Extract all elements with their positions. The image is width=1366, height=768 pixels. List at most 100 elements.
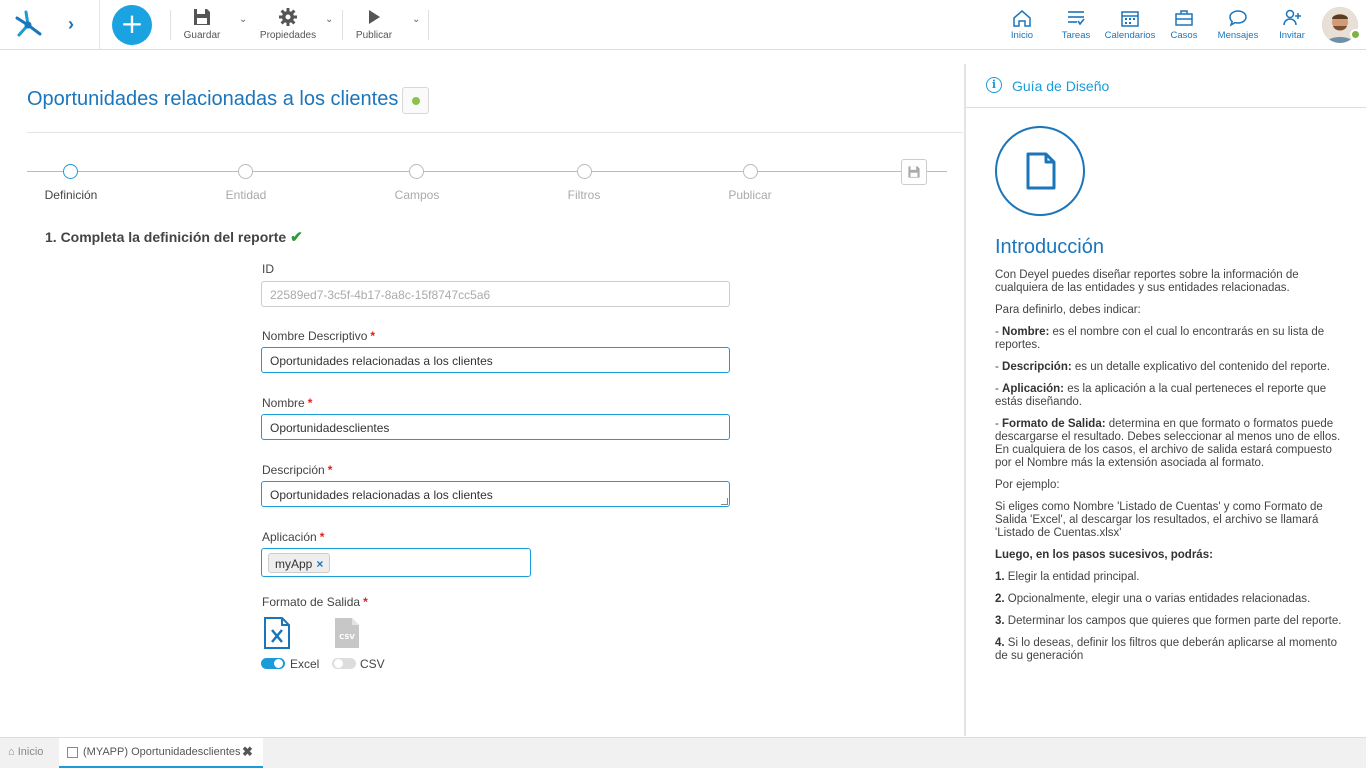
guide-paragraph: Por ejemplo: bbox=[995, 479, 1060, 491]
csv-toggle-label: CSV bbox=[360, 657, 385, 671]
step-filtros[interactable] bbox=[577, 164, 592, 179]
nombre-input[interactable]: Oportunidadesclientes bbox=[261, 414, 730, 440]
add-button[interactable]: + bbox=[112, 5, 152, 45]
bullet-dash: - bbox=[995, 361, 1003, 373]
step-publicar-label: Publicar bbox=[728, 188, 772, 202]
step-campos-label: Campos bbox=[394, 188, 440, 202]
document-icon bbox=[1026, 152, 1056, 190]
guide-step-4: 4. Si lo deseas, definir los filtros que… bbox=[995, 637, 1343, 663]
nav-invitar[interactable]: Invitar bbox=[1276, 8, 1308, 41]
guide-item-formato: - Formato de Salida: determina en que fo… bbox=[995, 418, 1343, 470]
publish-label: Publicar bbox=[355, 30, 393, 41]
csv-toggle[interactable] bbox=[332, 658, 356, 669]
nav-invitar-label: Invitar bbox=[1279, 30, 1305, 41]
guide-item-aplicacion: - Aplicación: es la aplicación a la cual… bbox=[995, 383, 1343, 409]
guide-term: Descripción: bbox=[1002, 361, 1072, 373]
step-number: 2. bbox=[995, 593, 1005, 605]
bullet-dash: - bbox=[995, 326, 1003, 338]
nombre-label-text: Nombre bbox=[262, 396, 305, 410]
guide-text: es un detalle explicativo del contenido … bbox=[1071, 361, 1330, 373]
stepper-line bbox=[27, 171, 947, 172]
step-publicar[interactable] bbox=[743, 164, 758, 179]
status-indicator[interactable] bbox=[402, 87, 429, 114]
properties-caret-icon[interactable]: ⌄ bbox=[325, 14, 333, 25]
aplicacion-select[interactable]: myApp × bbox=[261, 548, 531, 577]
step-definicion[interactable] bbox=[63, 164, 78, 179]
briefcase-icon bbox=[1175, 10, 1193, 26]
guide-step-1: 1. Elegir la entidad principal. bbox=[995, 571, 1343, 584]
excel-file-icon[interactable] bbox=[264, 617, 290, 649]
bottom-tab-bar: ⌂ Inicio (MYAPP) Oportunidadesclientes ✖ bbox=[0, 737, 1366, 768]
guide-text: Opcionalmente, elegir una o varias entid… bbox=[1004, 593, 1311, 605]
step-definicion-label: Definición bbox=[44, 188, 98, 202]
nav-mensajes[interactable]: Mensajes bbox=[1216, 8, 1260, 41]
deyel-logo-icon[interactable] bbox=[12, 9, 44, 39]
guide-body: Con Deyel puedes diseñar reportes sobre … bbox=[995, 269, 1343, 672]
aplicacion-tag-label: myApp bbox=[275, 557, 313, 571]
publish-caret-icon[interactable]: ⌄ bbox=[412, 14, 420, 25]
excel-toggle[interactable] bbox=[261, 658, 285, 669]
csv-file-icon[interactable]: CSV bbox=[334, 617, 360, 649]
guide-term: Nombre: bbox=[1002, 326, 1050, 338]
required-mark: * bbox=[307, 396, 313, 410]
required-mark: * bbox=[327, 463, 333, 477]
document-illustration bbox=[995, 126, 1085, 216]
svg-text:CSV: CSV bbox=[339, 633, 355, 641]
guide-paragraph: Luego, en los pasos sucesivos, podrás: bbox=[995, 549, 1343, 562]
guide-step-3: 3. Determinar los campos que quieres que… bbox=[995, 615, 1343, 628]
nav-tareas[interactable]: Tareas bbox=[1058, 8, 1094, 41]
toggle-knob bbox=[274, 659, 283, 668]
guide-step-2: 2. Opcionalmente, elegir una o varias en… bbox=[995, 593, 1343, 606]
publish-button[interactable]: Publicar bbox=[352, 6, 396, 41]
save-button[interactable]: Guardar bbox=[182, 6, 222, 41]
toggle-knob bbox=[334, 659, 343, 668]
nombre-descriptivo-input[interactable]: Oportunidades relacionadas a los cliente… bbox=[261, 347, 730, 373]
divider bbox=[342, 10, 343, 40]
aplicacion-label-text: Aplicación bbox=[262, 530, 317, 544]
save-caret-icon[interactable]: ⌄ bbox=[239, 14, 247, 25]
formato-label-text: Formato de Salida bbox=[262, 595, 361, 609]
tab-oportunidadesclientes[interactable]: (MYAPP) Oportunidadesclientes ✖ bbox=[59, 738, 263, 768]
descripcion-textarea[interactable]: Oportunidades relacionadas a los cliente… bbox=[261, 481, 730, 507]
aplicacion-tag: myApp × bbox=[268, 553, 331, 573]
step-campos[interactable] bbox=[409, 164, 424, 179]
intro-title: Introducción bbox=[995, 236, 1104, 258]
calendar-icon bbox=[1121, 11, 1139, 27]
guide-text: Elegir la entidad principal. bbox=[1004, 571, 1140, 583]
tab-inicio[interactable]: ⌂ Inicio bbox=[8, 746, 43, 758]
invite-icon bbox=[1283, 9, 1301, 26]
play-icon bbox=[369, 10, 380, 24]
step-filtros-label: Filtros bbox=[567, 188, 601, 202]
step-entidad-label: Entidad bbox=[225, 188, 267, 202]
divider bbox=[428, 10, 429, 40]
page-title: Oportunidades relacionadas a los cliente… bbox=[27, 88, 399, 110]
properties-button[interactable]: Propiedades bbox=[258, 6, 318, 41]
info-icon: i bbox=[986, 77, 1002, 93]
excel-toggle-label: Excel bbox=[290, 657, 320, 671]
guide-term: Aplicación: bbox=[1002, 383, 1065, 395]
guide-subheading: Luego, en los pasos sucesivos, podrás: bbox=[995, 549, 1213, 561]
floppy-icon bbox=[194, 9, 210, 25]
nav-mensajes-label: Mensajes bbox=[1217, 30, 1259, 41]
tab-inicio-label: Inicio bbox=[17, 746, 44, 758]
remove-tag-icon[interactable]: × bbox=[316, 557, 323, 571]
guide-paragraph: Con Deyel puedes diseñar reportes sobre … bbox=[995, 269, 1299, 294]
nav-calendarios[interactable]: Calendarios bbox=[1103, 8, 1157, 41]
step-entidad[interactable] bbox=[238, 164, 253, 179]
nav-inicio[interactable]: Inicio bbox=[1006, 8, 1038, 41]
step-number: 3. bbox=[995, 615, 1005, 627]
design-guide-title[interactable]: Guía de Diseño bbox=[1012, 78, 1109, 94]
home-icon: ⌂ bbox=[8, 746, 15, 758]
tasks-icon bbox=[1068, 11, 1085, 26]
home-icon bbox=[1013, 10, 1031, 27]
stepper-save-button[interactable] bbox=[901, 159, 927, 185]
expand-menu-chevron-icon[interactable]: › bbox=[68, 14, 74, 35]
nav-calendarios-label: Calendarios bbox=[1104, 30, 1156, 41]
design-guide-panel: i Guía de Diseño Introducción Con Deyel … bbox=[964, 64, 1366, 736]
close-tab-icon[interactable]: ✖ bbox=[242, 744, 253, 760]
nav-casos-label: Casos bbox=[1170, 30, 1198, 41]
nav-casos[interactable]: Casos bbox=[1168, 8, 1200, 41]
resize-grip-icon[interactable] bbox=[721, 498, 728, 505]
descripcion-label-text: Descripción bbox=[262, 463, 325, 477]
guide-paragraph: Para definirlo, debes indicar: bbox=[995, 304, 1141, 316]
